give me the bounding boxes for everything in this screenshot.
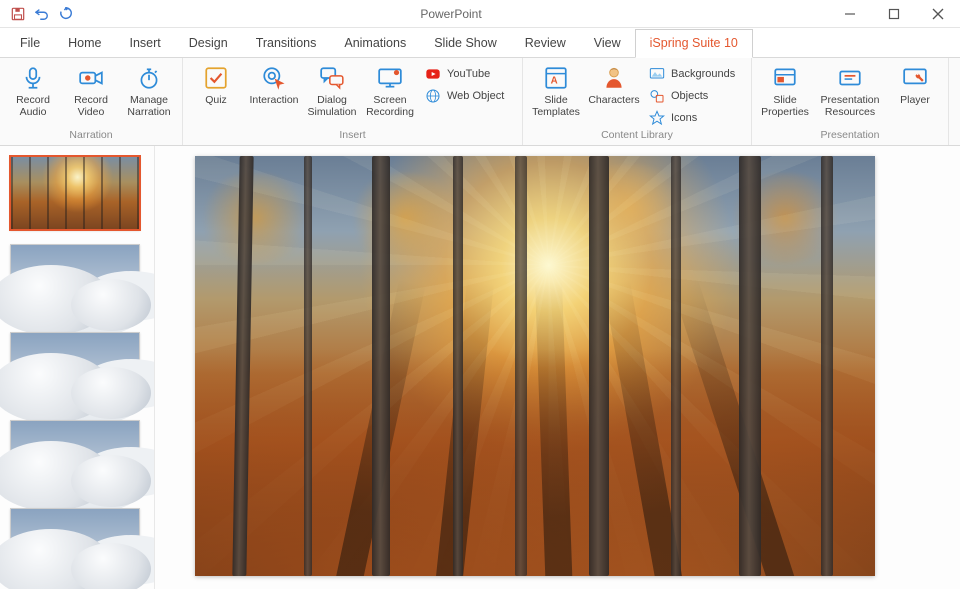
group-insert: Quiz Interaction DialogSimulation Screen… <box>183 58 523 145</box>
manage-narration-label: ManageNarration <box>127 94 170 118</box>
player-label: Player <box>900 94 930 106</box>
player-button[interactable]: Player <box>888 62 942 108</box>
presentation-resources-button[interactable]: PresentationResources <box>816 62 884 120</box>
objects-button[interactable]: Objects <box>645 86 745 106</box>
minimize-button[interactable] <box>828 0 872 28</box>
interaction-label: Interaction <box>249 94 298 106</box>
record-video-button[interactable]: RecordVideo <box>64 62 118 120</box>
camera-record-icon <box>77 64 105 92</box>
tab-transitions[interactable]: Transitions <box>242 30 331 57</box>
slide-thumbnail-5[interactable] <box>10 508 140 582</box>
preview-button[interactable]: Preview <box>955 62 960 108</box>
save-icon[interactable] <box>10 6 26 22</box>
presentation-resources-label: PresentationResources <box>821 94 880 118</box>
redo-icon[interactable] <box>58 6 74 22</box>
group-presentation-label: Presentation <box>758 129 942 143</box>
tab-animations[interactable]: Animations <box>330 30 420 57</box>
ribbon: RecordAudio RecordVideo ManageNarration … <box>0 58 960 146</box>
group-publish: Preview Publish Publish <box>949 58 960 145</box>
icons-label: Icons <box>671 112 697 124</box>
checkmark-icon <box>202 64 230 92</box>
slide-thumbnail-2[interactable] <box>10 244 140 318</box>
dialog-simulation-button[interactable]: DialogSimulation <box>305 62 359 120</box>
record-audio-button[interactable]: RecordAudio <box>6 62 60 120</box>
microphone-icon <box>19 64 47 92</box>
slide-thumbnail-4[interactable] <box>10 420 140 494</box>
group-presentation: SlideProperties PresentationResources Pl… <box>752 58 949 145</box>
screen-recording-button[interactable]: ScreenRecording <box>363 62 417 120</box>
template-icon: A <box>542 64 570 92</box>
manage-narration-button[interactable]: ManageNarration <box>122 62 176 120</box>
chat-bubbles-icon <box>318 64 346 92</box>
slide-canvas[interactable] <box>195 156 875 576</box>
backgrounds-icon <box>649 66 665 82</box>
wrench-screen-icon <box>901 64 929 92</box>
objects-icon <box>649 88 665 104</box>
group-narration: RecordAudio RecordVideo ManageNarration … <box>0 58 183 145</box>
interaction-button[interactable]: Interaction <box>247 62 301 108</box>
quiz-label: Quiz <box>205 94 227 106</box>
youtube-label: YouTube <box>447 68 490 80</box>
slide-thumbnail-1[interactable] <box>10 156 140 230</box>
main-area <box>0 146 960 589</box>
record-video-label: RecordVideo <box>74 94 108 118</box>
group-insert-label: Insert <box>189 129 516 143</box>
group-narration-label: Narration <box>6 129 176 143</box>
slide-thumbnail-3[interactable] <box>10 332 140 406</box>
screen-record-icon <box>376 64 404 92</box>
title-bar: PowerPoint <box>0 0 960 28</box>
youtube-icon <box>425 66 441 82</box>
objects-label: Objects <box>671 90 708 102</box>
tab-view[interactable]: View <box>580 30 635 57</box>
web-object-label: Web Object <box>447 90 504 102</box>
backgrounds-label: Backgrounds <box>671 68 735 80</box>
tab-design[interactable]: Design <box>175 30 242 57</box>
maximize-button[interactable] <box>872 0 916 28</box>
stopwatch-icon <box>135 64 163 92</box>
tab-insert[interactable]: Insert <box>116 30 175 57</box>
backgrounds-button[interactable]: Backgrounds <box>645 64 745 84</box>
svg-text:A: A <box>551 75 558 86</box>
properties-icon <box>771 64 799 92</box>
group-publish-label: Publish <box>955 129 960 143</box>
tab-home[interactable]: Home <box>54 30 115 57</box>
tab-review[interactable]: Review <box>511 30 580 57</box>
characters-button[interactable]: Characters <box>587 62 641 108</box>
slide-templates-label: SlideTemplates <box>532 94 580 118</box>
dialog-simulation-label: DialogSimulation <box>307 94 356 118</box>
record-audio-label: RecordAudio <box>16 94 50 118</box>
slide-properties-label: SlideProperties <box>761 94 809 118</box>
icons-button[interactable]: Icons <box>645 108 745 128</box>
youtube-button[interactable]: YouTube <box>421 64 516 84</box>
window-controls <box>828 0 960 28</box>
star-icon <box>649 110 665 126</box>
globe-icon <box>425 88 441 104</box>
slide-templates-button[interactable]: A SlideTemplates <box>529 62 583 120</box>
group-content-library: A SlideTemplates Characters Backgrounds <box>523 58 752 145</box>
person-icon <box>600 64 628 92</box>
target-click-icon <box>260 64 288 92</box>
quiz-button[interactable]: Quiz <box>189 62 243 108</box>
slide-canvas-area <box>155 146 960 589</box>
tab-file[interactable]: File <box>6 30 54 57</box>
tab-slideshow[interactable]: Slide Show <box>420 30 511 57</box>
undo-icon[interactable] <box>34 6 50 22</box>
app-title: PowerPoint <box>74 7 828 21</box>
screen-recording-label: ScreenRecording <box>366 94 414 118</box>
slide-properties-button[interactable]: SlideProperties <box>758 62 812 120</box>
web-object-button[interactable]: Web Object <box>421 86 516 106</box>
resources-icon <box>836 64 864 92</box>
close-button[interactable] <box>916 0 960 28</box>
characters-label: Characters <box>588 94 639 106</box>
slide-thumbnail-panel <box>0 146 155 589</box>
group-content-library-label: Content Library <box>529 129 745 143</box>
quick-access-toolbar <box>0 6 74 22</box>
ribbon-tabs: File Home Insert Design Transitions Anim… <box>0 28 960 58</box>
tab-ispring[interactable]: iSpring Suite 10 <box>635 29 753 58</box>
